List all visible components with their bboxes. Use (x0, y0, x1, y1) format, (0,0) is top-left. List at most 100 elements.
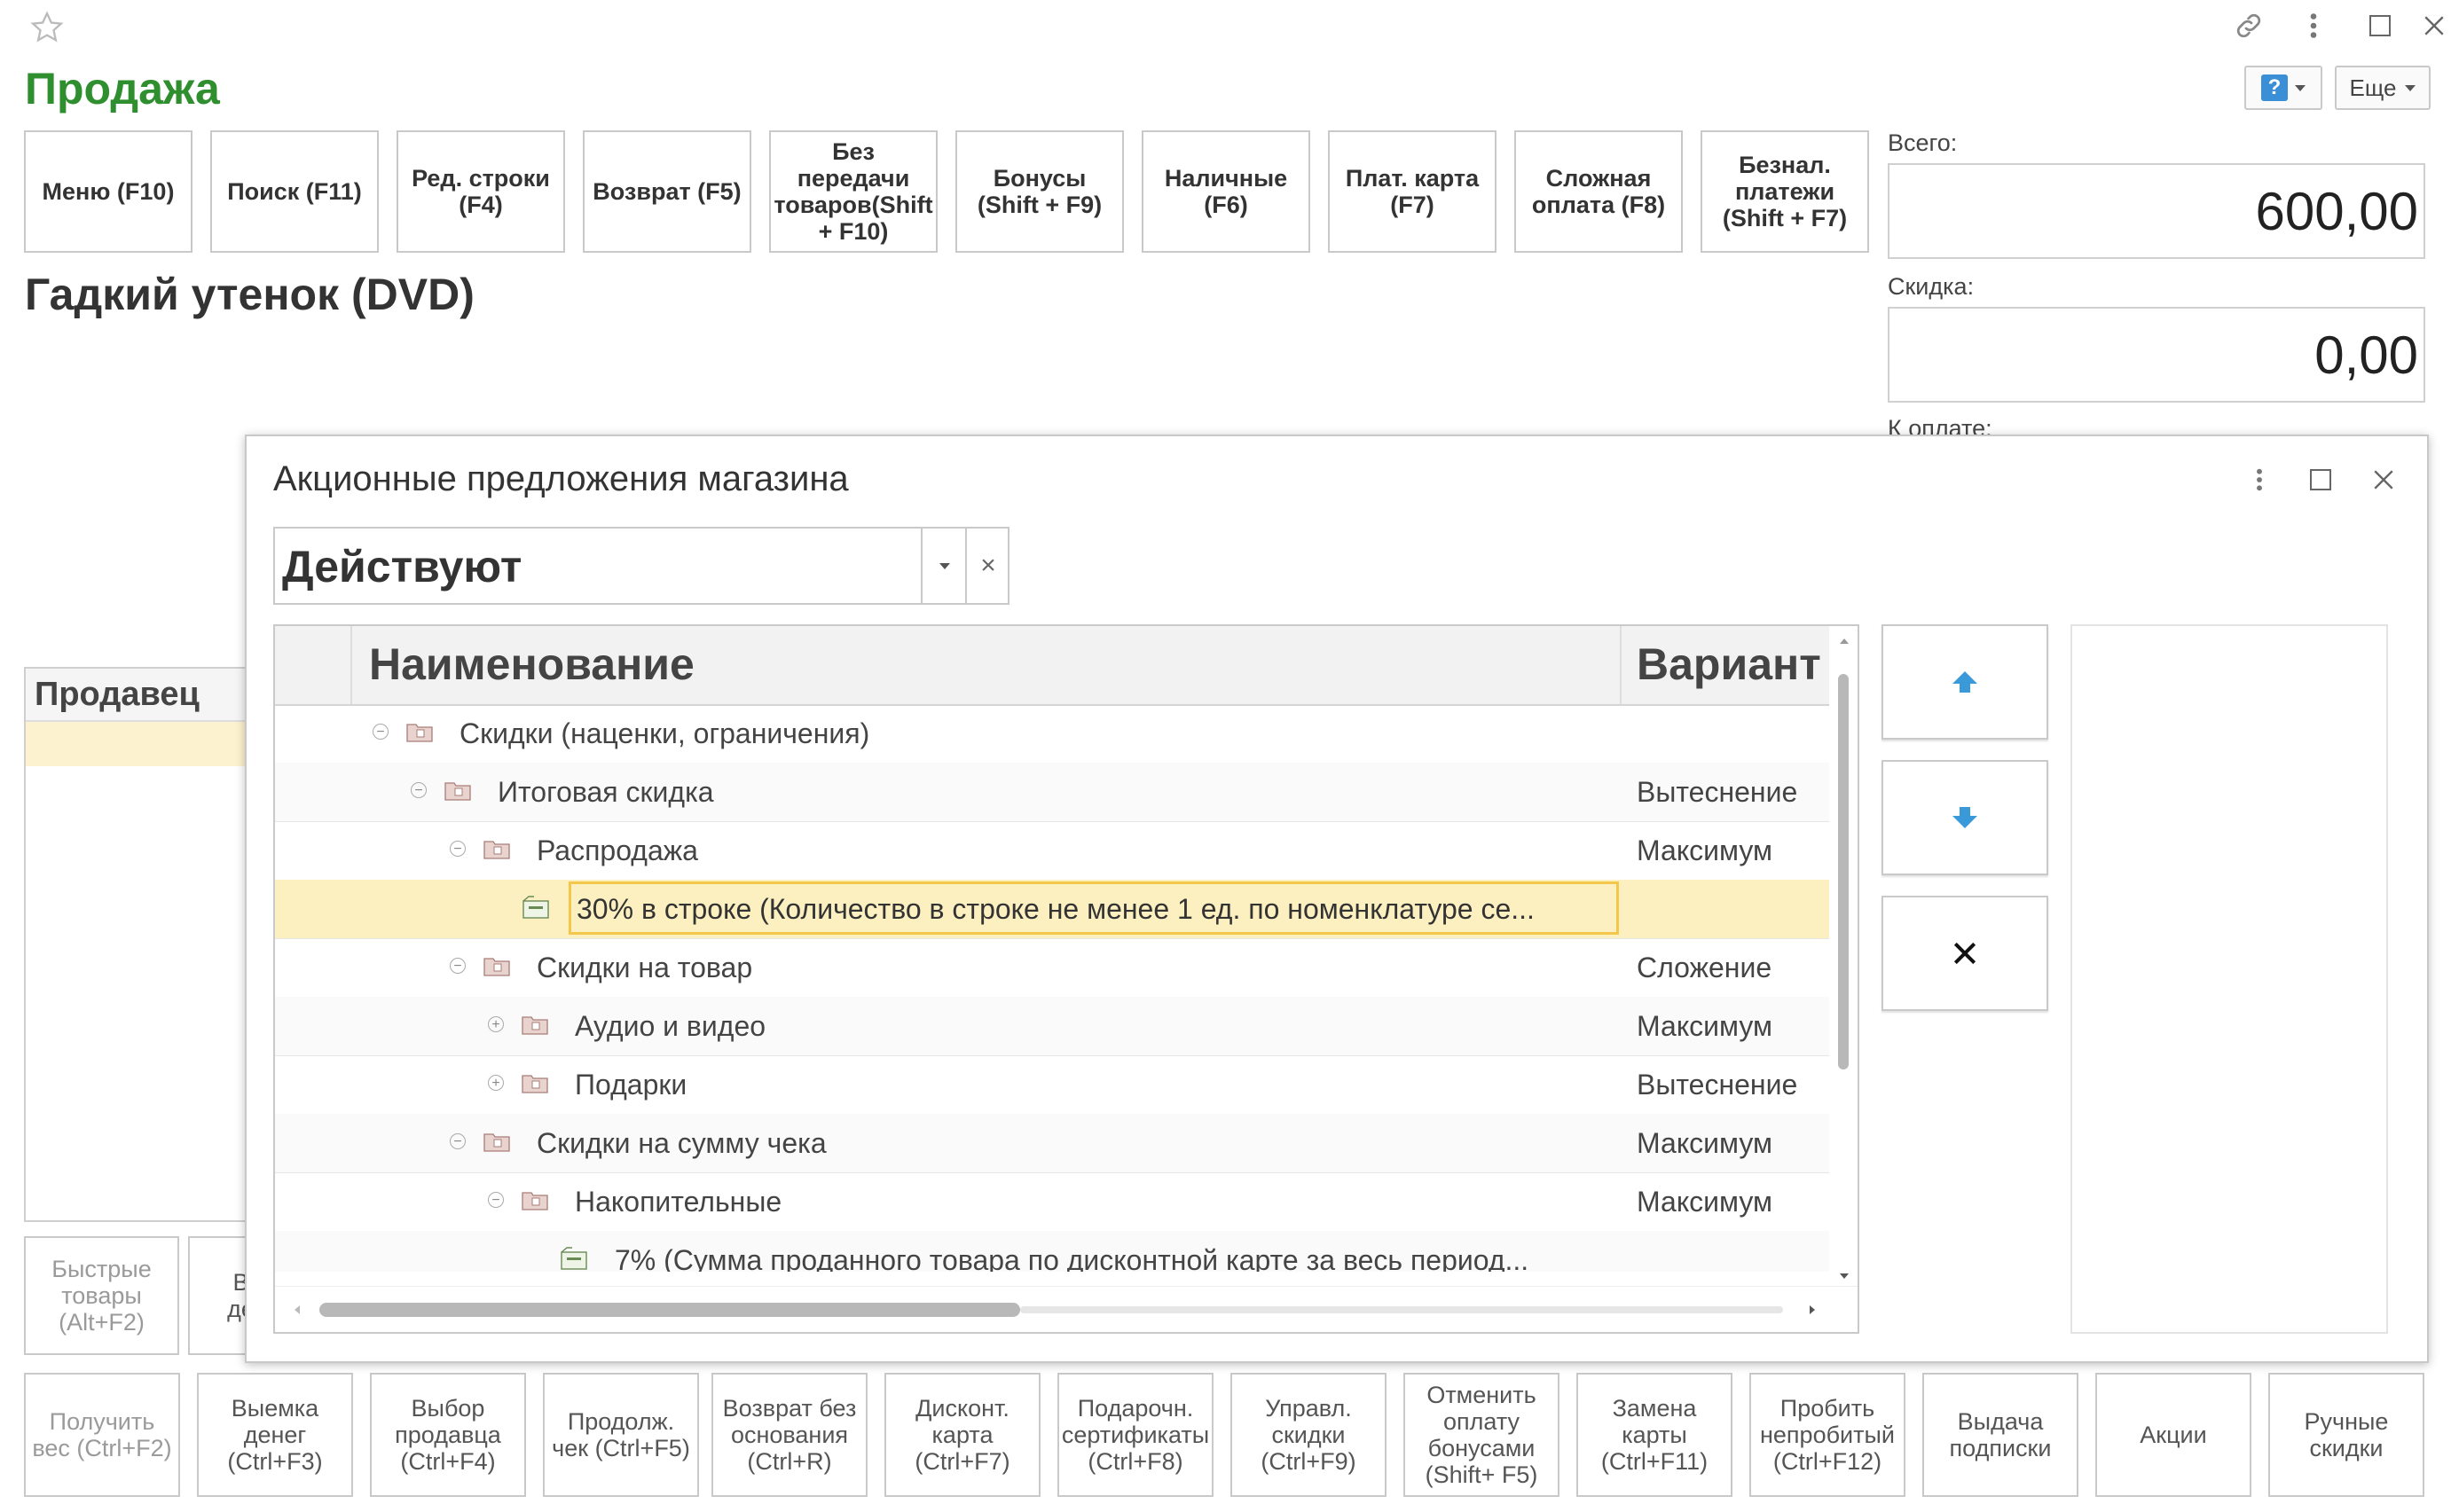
row-name: Скидки на сумму чека (537, 1127, 827, 1159)
expand-toggle-icon[interactable]: + (488, 1016, 504, 1032)
promotions-dialog: Акционные предложения магазина Действуют… (245, 435, 2429, 1363)
collapse-toggle-icon[interactable]: − (488, 1192, 504, 1208)
dialog-more-vert-icon[interactable] (2246, 459, 2273, 500)
scroll-right-arrow-icon[interactable] (1810, 1305, 1815, 1314)
row-name: Аудио и видео (575, 1010, 766, 1042)
to-pay-label: К оплате: (1888, 415, 1992, 435)
maximize-icon[interactable] (2360, 5, 2400, 46)
cash-withdrawal-button[interactable]: Выемка денег (Ctrl+F3) (197, 1373, 353, 1497)
card-payment-button[interactable]: Плат. карта (F7) (1328, 130, 1497, 253)
move-down-button[interactable] (1881, 760, 2048, 875)
table-row[interactable]: + Аудио и видео Максимум (275, 997, 1829, 1056)
folder-icon (522, 1192, 548, 1210)
table-row[interactable]: − Скидки на сумму чека Максимум (275, 1114, 1829, 1173)
no-transfer-button[interactable]: Без передачи товаров(Shift + F10) (769, 130, 938, 253)
row-name: Накопительные (575, 1186, 782, 1218)
row-name: 7% (Сумма проданного товара по дисконтно… (615, 1244, 1529, 1272)
more-button[interactable]: Еще (2335, 66, 2431, 110)
discount-item-icon (561, 1247, 587, 1270)
chevron-down-icon (939, 562, 950, 569)
dialog-close-icon[interactable] (2363, 459, 2404, 500)
collapse-toggle-icon[interactable]: − (450, 841, 466, 857)
manual-discounts-button[interactable]: Ручные скидки (2268, 1373, 2424, 1497)
row-name: Распродажа (537, 834, 698, 866)
gift-certificates-button[interactable]: Подарочн. сертификаты (Ctrl+F8) (1057, 1373, 1214, 1497)
filter-dropdown-button[interactable] (921, 529, 967, 603)
table-row[interactable]: − Скидки (наценки, ограничения) (275, 704, 1829, 764)
scroll-down-arrow-icon[interactable] (1840, 1273, 1849, 1279)
table-row[interactable]: 7% (Сумма проданного товара по дисконтно… (275, 1231, 1829, 1272)
scroll-up-arrow-icon[interactable] (1840, 638, 1849, 644)
table-row[interactable]: + Подарки Вытеснение (275, 1055, 1829, 1115)
folder-icon (444, 782, 471, 801)
status-filter-value: Действуют (282, 542, 522, 591)
complex-payment-button[interactable]: Сложная оплата (F8) (1514, 130, 1683, 253)
row-name: 30% в строке (Количество в строке не мен… (577, 893, 1535, 925)
cashless-payments-button[interactable]: Безнал. платежи (Shift + F7) (1701, 130, 1869, 253)
edit-row-button[interactable]: Ред. строки (F4) (397, 130, 565, 253)
help-button[interactable]: ? (2244, 66, 2322, 110)
table-row[interactable]: − Распродажа Максимум (275, 821, 1829, 881)
seller-panel: Продавец (24, 667, 255, 1222)
header-divider (1620, 626, 1622, 704)
seller-selected-row[interactable] (26, 722, 253, 766)
bonuses-button[interactable]: Бонусы (Shift + F9) (955, 130, 1124, 253)
menu-button[interactable]: Меню (F10) (24, 130, 192, 253)
details-panel (2070, 624, 2388, 1334)
vertical-scroll-thumb[interactable] (1838, 674, 1849, 1069)
table-row[interactable]: − Итоговая скидка Вытеснение (275, 763, 1829, 822)
delete-x-icon (1953, 942, 1976, 965)
discount-card-button[interactable]: Дисконт. карта (Ctrl+F7) (884, 1373, 1041, 1497)
table-row[interactable]: − Накопительные Максимум (275, 1172, 1829, 1232)
table-row[interactable]: − Скидки на товар Сложение (275, 938, 1829, 998)
total-value: 600,00 (2255, 182, 2418, 241)
scroll-left-arrow-icon[interactable] (295, 1305, 300, 1314)
more-vert-icon[interactable] (2296, 5, 2331, 46)
return-button[interactable]: Возврат (F5) (583, 130, 751, 253)
folder-icon (522, 1075, 548, 1093)
favorite-star-icon[interactable] (27, 7, 67, 48)
status-filter-select[interactable]: Действуют × (273, 527, 1009, 605)
collapse-toggle-icon[interactable]: − (450, 958, 466, 974)
search-button[interactable]: Поиск (F11) (210, 130, 379, 253)
filter-clear-button[interactable]: × (965, 529, 1009, 603)
row-name: Скидки (наценки, ограничения) (460, 717, 870, 749)
collapse-toggle-icon[interactable]: − (450, 1133, 466, 1149)
table-header: Наименование Вариант (275, 626, 1829, 706)
issue-subscription-button[interactable]: Выдача подписки (1922, 1373, 2078, 1497)
promotions-button[interactable]: Акции (2095, 1373, 2251, 1497)
vertical-scrollbar[interactable] (1829, 626, 1858, 1286)
manage-discounts-button[interactable]: Управл. скидки (Ctrl+F9) (1230, 1373, 1387, 1497)
collapse-toggle-icon[interactable]: − (373, 724, 389, 740)
row-variant: Вытеснение (1637, 1069, 1798, 1101)
expand-toggle-icon[interactable]: + (488, 1075, 504, 1091)
horizontal-scroll-thumb[interactable] (319, 1303, 1020, 1317)
quick-goods-button[interactable]: Быстрые товары (Alt+F2) (24, 1236, 179, 1355)
replace-card-button[interactable]: Замена карты (Ctrl+F11) (1576, 1373, 1732, 1497)
continue-receipt-button[interactable]: Продолж. чек (Ctrl+F5) (543, 1373, 699, 1497)
discount-field: 0,00 (1888, 307, 2425, 403)
close-icon[interactable] (2417, 5, 2451, 46)
return-without-reason-button[interactable]: Возврат без основания (Ctrl+R) (711, 1373, 868, 1497)
dialog-maximize-icon[interactable] (2300, 459, 2341, 500)
row-variant: Максимум (1637, 834, 1773, 866)
total-field: 600,00 (1888, 163, 2425, 259)
table-body: − Скидки (наценки, ограничения) − Итогов… (275, 704, 1829, 1272)
link-icon[interactable] (2228, 5, 2269, 46)
page-title: Продажа (25, 64, 220, 114)
get-weight-button[interactable]: Получить вес (Ctrl+F2) (24, 1373, 180, 1497)
move-up-button[interactable] (1881, 624, 2048, 740)
folder-icon (483, 958, 510, 976)
to-pay-label-wrap: К оплате: (1888, 415, 2154, 435)
select-seller-button[interactable]: Выбор продавца (Ctrl+F4) (370, 1373, 526, 1497)
column-header-name[interactable]: Наименование (369, 638, 695, 690)
column-header-variant[interactable]: Вариант (1637, 638, 1821, 690)
cancel-bonus-payment-button[interactable]: Отменить оплату бонусами (Shift+ F5) (1403, 1373, 1559, 1497)
collapse-toggle-icon[interactable]: − (411, 782, 427, 798)
cash-button[interactable]: Наличные (F6) (1142, 130, 1310, 253)
table-row-selected[interactable]: 30% в строке (Количество в строке не мен… (275, 880, 1829, 939)
delete-button[interactable] (1881, 896, 2048, 1011)
folder-icon (406, 724, 433, 742)
horizontal-scrollbar[interactable] (275, 1286, 1858, 1332)
print-unpunched-button[interactable]: Пробить непробитый (Ctrl+F12) (1749, 1373, 1905, 1497)
